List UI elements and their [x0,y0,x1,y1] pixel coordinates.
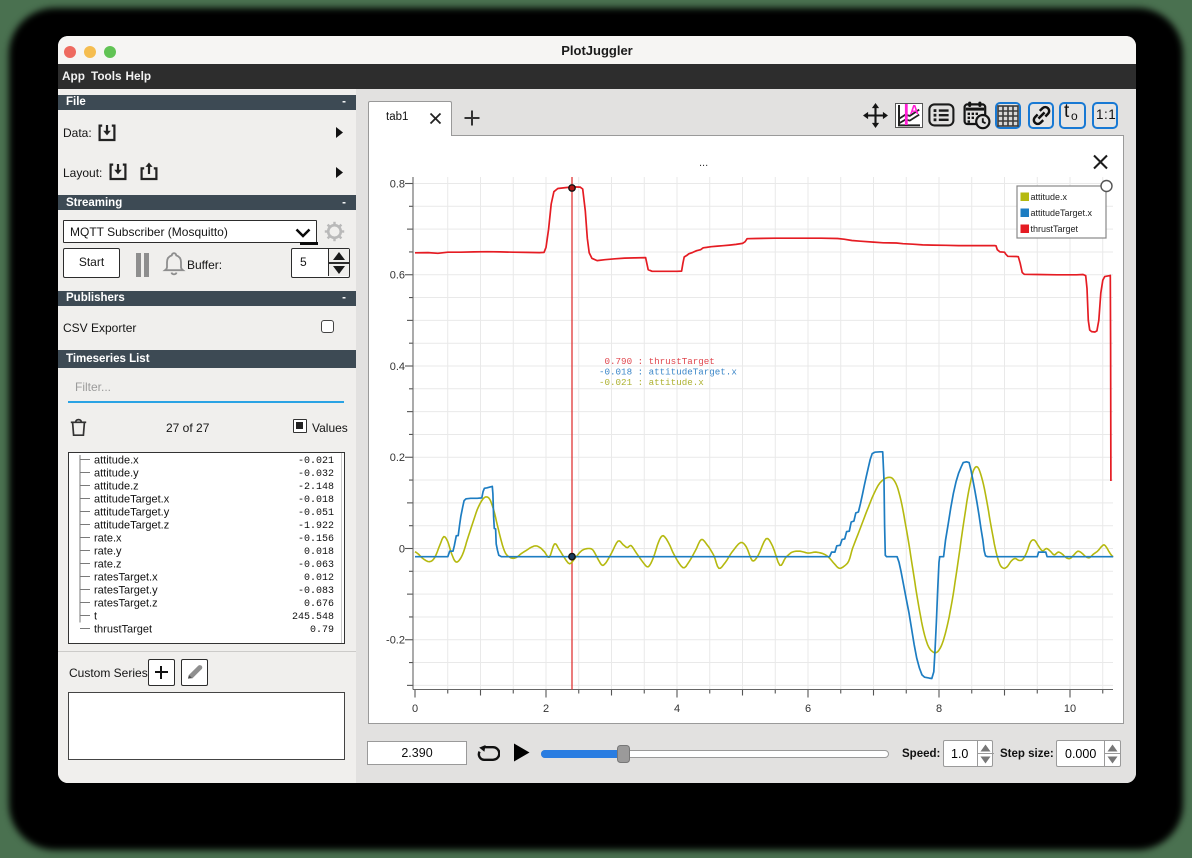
svg-text:4: 4 [674,703,680,715]
svg-text:-0.063: -0.063 [298,560,334,571]
svg-text:0.012: 0.012 [304,573,334,584]
svg-text:rate.x: rate.x [94,532,122,544]
svg-text:0.790 : thrustTarget: 0.790 : thrustTarget [599,356,715,367]
svg-text:10: 10 [1064,703,1076,715]
svg-text:attitude.x: attitude.x [1031,192,1068,202]
svg-text:-0.156: -0.156 [298,534,334,545]
svg-text:ratesTarget.y: ratesTarget.y [94,584,158,596]
svg-text:-0.021 : attitude.x: -0.021 : attitude.x [599,377,704,388]
svg-text:-0.032: -0.032 [298,469,334,480]
svg-text:0.8: 0.8 [390,178,405,190]
svg-text:0: 0 [412,703,418,715]
svg-text:0.018: 0.018 [304,547,334,558]
svg-text:245.548: 245.548 [292,612,334,623]
svg-text:8: 8 [936,703,942,715]
svg-text:t: t [94,610,97,622]
svg-text:2: 2 [543,703,549,715]
svg-text:-1.922: -1.922 [298,521,334,532]
svg-text:-0.018: -0.018 [298,495,334,506]
svg-text:ratesTarget.z: ratesTarget.z [94,597,158,609]
svg-text:0.2: 0.2 [390,452,405,464]
svg-text:0.4: 0.4 [390,361,405,373]
svg-text:attitude.z: attitude.z [94,480,139,492]
svg-text:6: 6 [805,703,811,715]
svg-text:attitude.y: attitude.y [94,467,139,479]
svg-text:attitude.x: attitude.x [94,454,139,466]
svg-text:attitudeTarget.z: attitudeTarget.z [94,519,169,531]
svg-text:-2.148: -2.148 [298,482,334,493]
svg-text:-0.021: -0.021 [298,456,334,467]
svg-text:0.676: 0.676 [304,599,334,610]
svg-text:-0.2: -0.2 [386,635,405,647]
svg-text:-0.018 : attitudeTarget.x: -0.018 : attitudeTarget.x [599,367,737,378]
svg-text:rate.y: rate.y [94,545,122,557]
svg-text:attitudeTarget.x: attitudeTarget.x [1031,208,1093,218]
svg-text:...: ... [699,157,708,169]
svg-text:-0.083: -0.083 [298,586,334,597]
svg-text:attitudeTarget.y: attitudeTarget.y [94,506,170,518]
svg-text:rate.z: rate.z [94,558,122,570]
svg-text:A: A [910,104,919,117]
svg-text:0.79: 0.79 [310,625,334,636]
svg-text:0: 0 [399,543,405,555]
svg-text:attitudeTarget.x: attitudeTarget.x [94,493,170,505]
svg-text:0.6: 0.6 [390,270,405,282]
svg-text:ratesTarget.x: ratesTarget.x [94,571,158,583]
svg-text:thrustTarget: thrustTarget [1031,224,1079,234]
svg-text:thrustTarget: thrustTarget [94,623,152,635]
svg-text:-0.051: -0.051 [298,508,334,519]
